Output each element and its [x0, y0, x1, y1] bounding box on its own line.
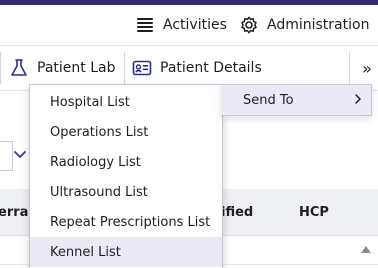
- chevron-down-icon[interactable]: [13, 147, 27, 161]
- menu-item-label: Ultrasound List: [50, 184, 148, 200]
- send-to-label: Send To: [243, 92, 294, 108]
- menu-item-repeat-prescriptions-list[interactable]: Repeat Prescriptions List: [30, 207, 222, 237]
- send-to-dropdown-menu: Hospital List Operations List Radiology …: [29, 84, 223, 268]
- patient-lab-label: Patient Lab: [37, 60, 116, 76]
- menu-item-label: Repeat Prescriptions List: [50, 214, 211, 230]
- scroll-up-icon[interactable]: [360, 239, 372, 253]
- activities-button[interactable]: Activities: [135, 5, 227, 45]
- menu-item-radiology-list[interactable]: Radiology List: [30, 147, 222, 177]
- menu-item-label: Kennel List: [50, 244, 121, 260]
- toolbar-divider: [0, 52, 1, 84]
- menu-item-label: Radiology List: [50, 154, 141, 170]
- menu-item-hospital-list[interactable]: Hospital List: [30, 87, 222, 117]
- activities-label: Activities: [163, 17, 227, 33]
- column-header-referral[interactable]: erral: [0, 189, 33, 235]
- column-header-modified[interactable]: ified: [221, 189, 253, 235]
- list-icon: [135, 15, 155, 35]
- toolbar-divider: [349, 52, 350, 84]
- send-to-submenu-trigger[interactable]: Send To: [221, 84, 372, 116]
- app-window: Activities Administration Patient Lab Pa…: [0, 0, 378, 268]
- filter-select[interactable]: [0, 141, 13, 171]
- id-card-icon: [132, 58, 152, 78]
- patient-details-label: Patient Details: [160, 60, 262, 76]
- flask-icon: [9, 58, 29, 78]
- menu-item-label: Operations List: [50, 124, 149, 140]
- menu-item-ultrasound-list[interactable]: Ultrasound List: [30, 177, 222, 207]
- column-header-hcp[interactable]: HCP: [299, 189, 329, 235]
- double-chevron-right-icon: »: [362, 58, 372, 78]
- menu-item-label: Hospital List: [50, 94, 130, 110]
- menu-item-kennel-list[interactable]: Kennel List: [30, 237, 222, 267]
- administration-label: Administration: [267, 17, 370, 33]
- menu-item-operations-list[interactable]: Operations List: [30, 117, 222, 147]
- chevron-right-icon: [353, 93, 363, 105]
- gear-icon: [239, 15, 259, 35]
- administration-button[interactable]: Administration: [239, 5, 369, 45]
- top-header-bar: Activities Administration: [0, 5, 378, 46]
- toolbar-divider: [124, 52, 125, 84]
